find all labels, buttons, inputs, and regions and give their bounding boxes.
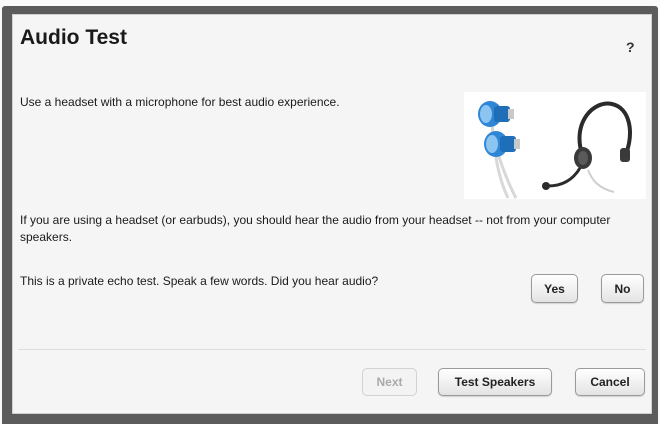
yes-button[interactable]: Yes (531, 274, 578, 303)
test-speakers-button[interactable]: Test Speakers (438, 368, 552, 396)
earbuds-icon (478, 101, 520, 199)
help-button[interactable]: ? (626, 39, 635, 55)
footer-divider (18, 349, 646, 350)
headset-note: If you are using a headset (or earbuds),… (20, 213, 611, 244)
cancel-button[interactable]: Cancel (575, 368, 645, 396)
next-button[interactable]: Next (362, 368, 417, 396)
headset-illustration (464, 92, 646, 199)
instruction-text: Use a headset with a microphone for best… (20, 95, 340, 109)
echo-test-prompt: This is a private echo test. Speak a few… (20, 274, 379, 288)
headset-icon (542, 101, 632, 193)
dialog-title: Audio Test (20, 26, 127, 49)
no-button[interactable]: No (601, 274, 644, 303)
